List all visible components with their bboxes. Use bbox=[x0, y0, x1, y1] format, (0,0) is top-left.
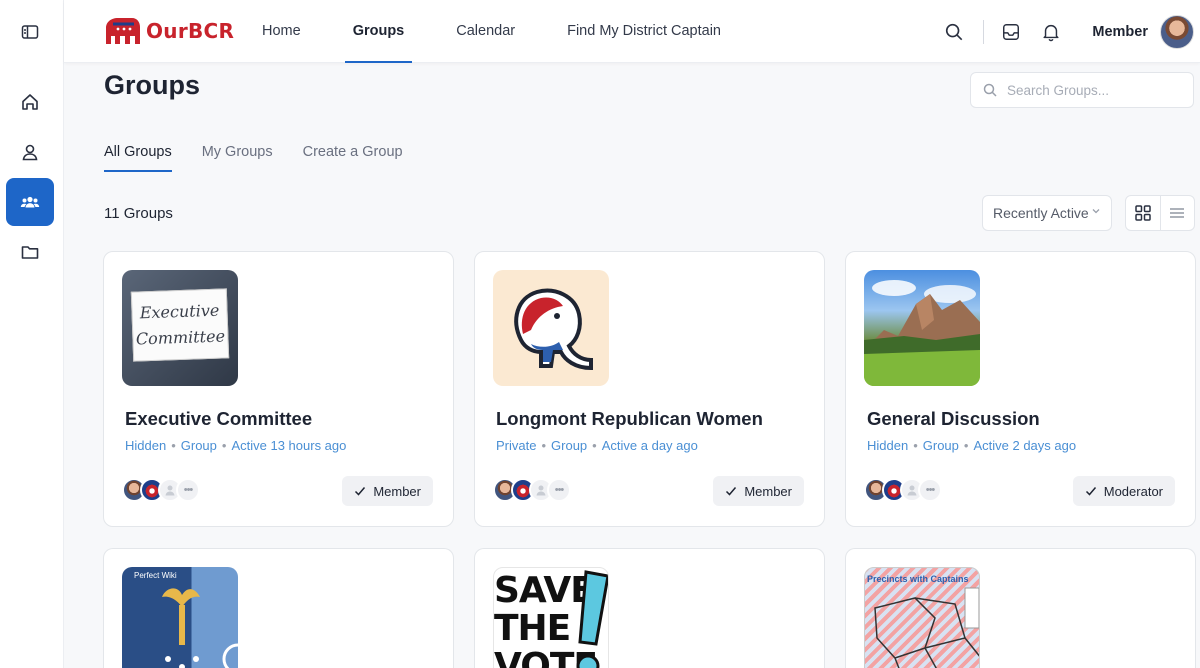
user-avatar[interactable] bbox=[1160, 14, 1194, 49]
group-thumbnail[interactable]: SAVE THE VOTE bbox=[493, 567, 609, 668]
group-card[interactable]: Perfect Wiki bbox=[103, 548, 454, 668]
logo-elephant-icon bbox=[106, 18, 140, 44]
group-activity: Active 2 days ago bbox=[973, 438, 1077, 453]
member-avatars[interactable]: ••• bbox=[864, 478, 942, 502]
membership-label: Moderator bbox=[1103, 483, 1163, 499]
check-icon bbox=[726, 487, 737, 496]
group-card[interactable]: SAVE THE VOTE bbox=[474, 548, 825, 668]
group-thumbnail[interactable]: Executive Committee bbox=[122, 270, 238, 386]
mountain-photo bbox=[864, 280, 980, 386]
more-members-icon: ••• bbox=[176, 478, 200, 502]
thumb-text: Perfect Wiki bbox=[134, 571, 177, 580]
group-card[interactable]: General Discussion Hidden • Group • Active 2… bbox=[845, 251, 1196, 527]
group-card[interactable]: Longmont Republican Women Private • Group •… bbox=[474, 251, 825, 527]
check-icon bbox=[1085, 487, 1096, 496]
group-privacy: Hidden bbox=[867, 438, 909, 453]
tab-all-groups[interactable]: All Groups bbox=[104, 140, 172, 172]
group-name[interactable]: Longmont Republican Women bbox=[496, 408, 763, 430]
eagle-flag-icon bbox=[162, 588, 238, 668]
tab-create-group[interactable]: Create a Group bbox=[303, 140, 403, 172]
nav-home[interactable]: Home bbox=[254, 0, 309, 63]
profile-icon[interactable] bbox=[6, 128, 54, 176]
membership-button[interactable]: Moderator bbox=[1072, 476, 1175, 506]
membership-label: Member bbox=[373, 483, 421, 499]
group-card[interactable]: Precincts with Captains bbox=[845, 548, 1196, 668]
group-tabs: All Groups My Groups Create a Group bbox=[104, 140, 433, 172]
group-meta: Hidden • Group • Active 13 hours ago bbox=[125, 438, 347, 453]
folder-icon[interactable] bbox=[6, 228, 54, 276]
group-name[interactable]: Executive Committee bbox=[125, 408, 312, 430]
grid-view-icon[interactable] bbox=[1126, 196, 1160, 230]
member-avatars[interactable]: ••• bbox=[122, 478, 200, 502]
membership-button[interactable]: Member bbox=[342, 476, 433, 506]
logo[interactable]: OurBCR bbox=[104, 16, 234, 46]
membership-label: Member bbox=[744, 483, 792, 499]
group-thumbnail[interactable]: Precincts with Captains bbox=[864, 567, 980, 668]
group-meta: Hidden • Group • Active 2 days ago bbox=[867, 438, 1077, 453]
logo-text: OurBCR bbox=[146, 19, 235, 43]
tab-my-groups[interactable]: My Groups bbox=[202, 140, 273, 172]
group-type: Group bbox=[180, 438, 217, 453]
left-rail bbox=[0, 0, 64, 668]
more-members-icon: ••• bbox=[918, 478, 942, 502]
group-privacy: Private bbox=[496, 438, 537, 453]
more-members-icon: ••• bbox=[547, 478, 571, 502]
groups-icon[interactable] bbox=[6, 178, 54, 226]
user-name[interactable]: Member bbox=[1092, 24, 1148, 40]
search-icon[interactable] bbox=[943, 21, 965, 43]
sidebar-toggle-icon[interactable] bbox=[6, 8, 54, 56]
nav-find-district-captain[interactable]: Find My District Captain bbox=[559, 0, 729, 63]
inbox-icon[interactable] bbox=[1000, 21, 1022, 43]
thumb-text: Precincts with Captains bbox=[867, 574, 969, 584]
group-thumbnail[interactable] bbox=[864, 270, 980, 386]
group-name[interactable]: General Discussion bbox=[867, 408, 1040, 430]
thumb-text: Executive bbox=[139, 301, 220, 323]
bell-icon[interactable] bbox=[1040, 21, 1062, 43]
group-activity: Active 13 hours ago bbox=[231, 438, 347, 453]
thumb-text: Committee bbox=[135, 326, 226, 349]
group-search[interactable] bbox=[970, 72, 1194, 108]
group-count: 11 Groups bbox=[104, 205, 173, 222]
check-icon bbox=[355, 487, 366, 496]
elephant-logo-icon bbox=[514, 288, 593, 371]
group-meta: Private • Group • Active a day ago bbox=[496, 438, 698, 453]
nav-calendar[interactable]: Calendar bbox=[448, 0, 523, 63]
list-view-icon[interactable] bbox=[1159, 196, 1194, 230]
top-actions: Member bbox=[943, 0, 1200, 63]
search-icon bbox=[983, 83, 997, 97]
search-input[interactable] bbox=[1007, 82, 1177, 98]
divider bbox=[983, 19, 985, 44]
group-type: Group bbox=[922, 438, 959, 453]
main-nav: Home Groups Calendar Find My District Ca… bbox=[254, 0, 765, 63]
home-icon[interactable] bbox=[6, 78, 54, 126]
membership-button[interactable]: Member bbox=[713, 476, 804, 506]
group-type: Group bbox=[551, 438, 588, 453]
page-title: Groups bbox=[104, 70, 201, 100]
exclamation-icon bbox=[576, 570, 608, 668]
group-card[interactable]: Executive Committee Executive Committee … bbox=[103, 251, 454, 527]
group-thumbnail[interactable]: Perfect Wiki bbox=[122, 567, 238, 668]
nav-groups[interactable]: Groups bbox=[344, 0, 413, 63]
view-toggle bbox=[1125, 195, 1195, 231]
group-privacy: Hidden bbox=[125, 438, 167, 453]
group-activity: Active a day ago bbox=[601, 438, 698, 453]
sort-select[interactable]: Recently Active bbox=[982, 195, 1112, 231]
member-avatars[interactable]: ••• bbox=[493, 478, 571, 502]
group-thumbnail[interactable] bbox=[493, 270, 609, 386]
chevron-down-icon bbox=[1092, 209, 1100, 214]
top-bar: OurBCR Home Groups Calendar Find My Dist… bbox=[64, 0, 1200, 63]
sort-select-value: Recently Active bbox=[993, 205, 1089, 221]
